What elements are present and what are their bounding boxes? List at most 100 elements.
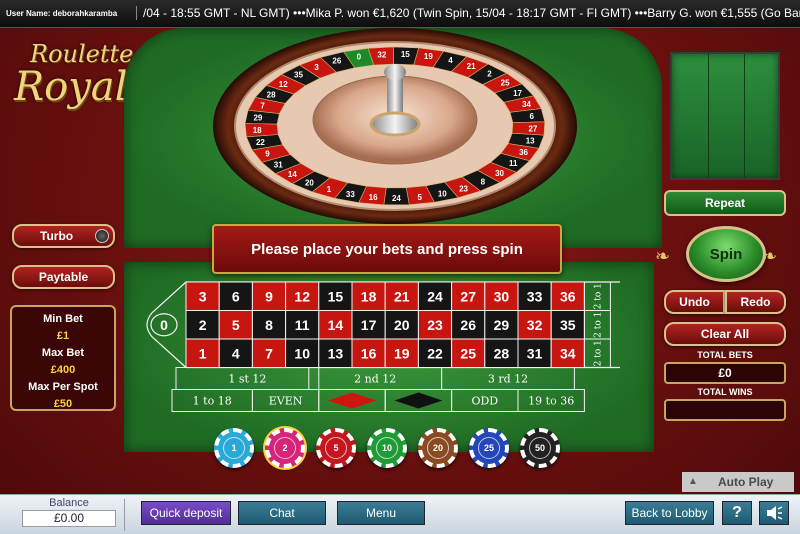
redo-button[interactable]: Redo <box>725 290 786 314</box>
history-divider <box>708 54 709 178</box>
number-label: 5 <box>232 317 240 333</box>
dozen-bet-label: 3 rd 12 <box>488 373 528 386</box>
number-label: 11 <box>295 317 310 333</box>
ornament-right-icon: ❧ <box>762 246 778 266</box>
wheel-number: 14 <box>288 170 297 179</box>
wheel-number: 17 <box>513 89 522 98</box>
max-bet-value: £400 <box>50 364 76 376</box>
toolbar-divider <box>124 499 125 531</box>
number-label: 22 <box>427 345 443 361</box>
min-bet-value: £1 <box>56 330 70 342</box>
auto-play-label: Auto Play <box>718 475 774 489</box>
game-stage: User Name: deborahkaramba /04 - 18:55 GM… <box>0 0 800 534</box>
user-name-label: User Name: deborahkaramba <box>6 9 118 18</box>
undo-redo-group: Undo Redo <box>664 290 786 314</box>
wheel-number: 8 <box>481 178 486 187</box>
bottom-toolbar: Balance £0.00 Quick deposit Chat Menu Ba… <box>0 494 800 534</box>
wheel-number: 6 <box>529 112 534 121</box>
number-label: 29 <box>494 317 510 333</box>
chip-1[interactable]: 1 <box>214 428 254 468</box>
menu-button[interactable]: Menu <box>337 501 425 525</box>
speaker-icon <box>767 506 783 520</box>
number-label: 9 <box>265 288 273 304</box>
number-label: 6 <box>232 288 240 304</box>
wheel-turret-base <box>369 111 421 137</box>
quick-deposit-button[interactable]: Quick deposit <box>141 501 231 525</box>
chip-5[interactable]: 5 <box>316 428 356 468</box>
bet-limits-panel: Min Bet £1 Max Bet £400 Max Per Spot £50 <box>10 305 116 411</box>
chip-50[interactable]: 50 <box>520 428 560 468</box>
back-to-lobby-button[interactable]: Back to Lobby <box>625 501 714 525</box>
roulette-royal-logo: Roulette Royal <box>6 32 136 138</box>
number-label: 25 <box>460 345 476 361</box>
number-label: 13 <box>328 345 344 361</box>
number-label: 31 <box>527 345 543 361</box>
min-bet-label: Min Bet <box>43 313 83 325</box>
help-button[interactable]: ? <box>722 501 752 525</box>
number-label: 4 <box>232 345 240 361</box>
chip-2[interactable]: 2 <box>265 428 305 468</box>
paytable-button[interactable]: Paytable <box>12 265 115 289</box>
chip-25[interactable]: 25 <box>469 428 509 468</box>
number-label: 24 <box>427 288 443 304</box>
wheel-number: 16 <box>369 193 378 202</box>
chip-20[interactable]: 20 <box>418 428 458 468</box>
wheel-number: 23 <box>459 184 468 193</box>
wheel-number: 32 <box>377 50 386 59</box>
number-label: 3 <box>199 288 207 304</box>
turbo-toggle-button[interactable]: Turbo <box>12 224 115 248</box>
number-label: 36 <box>560 288 576 304</box>
wheel-number: 30 <box>495 169 504 178</box>
chip-10[interactable]: 10 <box>367 428 407 468</box>
balance-label: Balance <box>49 497 89 509</box>
number-label: 12 <box>294 288 310 304</box>
wheel-number: 31 <box>274 160 283 169</box>
logo-line-2: Royal <box>14 64 128 110</box>
arrow-up-icon: ▲ <box>688 476 698 487</box>
spin-button[interactable]: Spin <box>686 226 766 282</box>
history-divider <box>744 54 745 178</box>
total-bets-label: TOTAL BETS <box>697 350 753 360</box>
wheel-number: 36 <box>519 148 528 157</box>
chat-button[interactable]: Chat <box>238 501 326 525</box>
number-label: 32 <box>527 317 543 333</box>
wheel-number: 21 <box>467 62 476 71</box>
max-per-spot-value: £50 <box>53 398 73 410</box>
wheel-number: 1 <box>327 185 332 194</box>
outside-bet-label: 1 to 18 <box>193 395 232 408</box>
results-history-board <box>670 52 780 180</box>
ticker-text: /04 - 18:55 GMT - NL GMT) •••Mika P. won… <box>136 6 800 20</box>
outside-bet-label: EVEN <box>269 395 303 408</box>
wheel-number: 34 <box>522 100 531 109</box>
wheel-number: 2 <box>487 70 492 79</box>
sound-button[interactable] <box>759 501 789 525</box>
chip-value: 25 <box>478 437 500 459</box>
wheel-number: 29 <box>253 114 262 123</box>
auto-play-button[interactable]: ▲ Auto Play <box>682 472 794 492</box>
number-label: 16 <box>361 345 377 361</box>
chip-value: 50 <box>529 437 551 459</box>
number-label: 33 <box>527 288 543 304</box>
wheel-number: 4 <box>448 56 453 65</box>
repeat-button[interactable]: Repeat <box>664 190 786 216</box>
number-label: 23 <box>427 317 443 333</box>
max-bet-label: Max Bet <box>41 347 85 359</box>
number-label: 7 <box>265 345 273 361</box>
clear-all-button[interactable]: Clear All <box>664 322 786 346</box>
number-label: 8 <box>265 317 273 333</box>
number-label: 27 <box>460 288 476 304</box>
status-message: Please place your bets and press spin <box>212 224 562 274</box>
total-wins-value <box>664 399 786 421</box>
total-bets-value: £0 <box>664 362 786 384</box>
chip-value: 10 <box>376 437 398 459</box>
wheel-number: 3 <box>314 63 319 72</box>
wheel-number: 22 <box>256 138 265 147</box>
toggle-knob-icon[interactable] <box>95 229 109 243</box>
wheel-number: 18 <box>253 126 262 135</box>
wheel-number: 13 <box>526 136 535 145</box>
number-label: 10 <box>294 345 310 361</box>
wheel-number: 9 <box>265 150 270 159</box>
wheel-number: 25 <box>501 79 510 88</box>
wheel-number: 24 <box>392 194 401 203</box>
undo-button[interactable]: Undo <box>664 290 725 314</box>
